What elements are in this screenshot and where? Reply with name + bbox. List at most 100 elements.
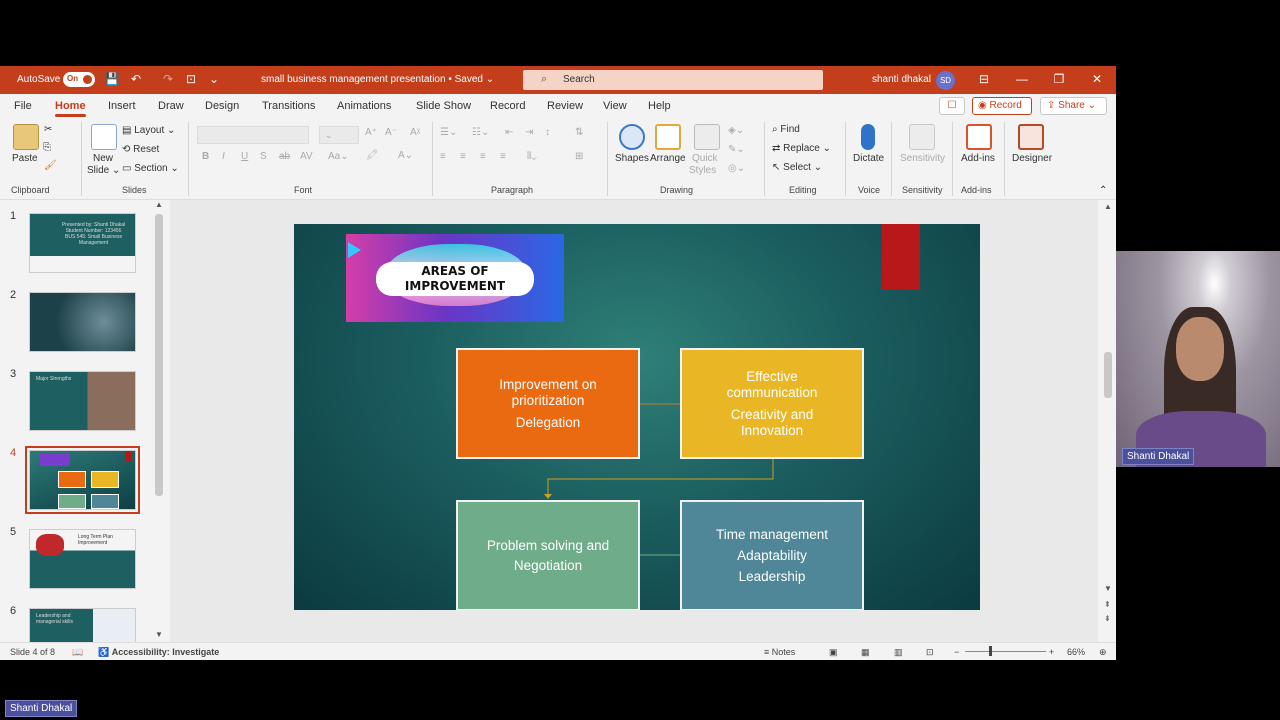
zoom-in-icon[interactable]: + [1049,647,1054,657]
bold-icon[interactable]: B [202,151,209,162]
tab-file[interactable]: File [14,100,32,112]
scroll-down-icon[interactable]: ▼ [155,630,163,639]
tab-home[interactable]: Home [55,100,86,117]
cut-icon[interactable]: ✂ [44,124,52,135]
redo-icon[interactable]: ↷ [160,71,176,87]
font-size-field[interactable]: ⌄ [319,126,359,144]
align-text-icon[interactable]: ⊞ [575,151,583,162]
tab-record[interactable]: Record [490,100,525,112]
tab-slide-show[interactable]: Slide Show [416,100,471,112]
document-title[interactable]: small business management presentation •… [261,74,494,85]
scrollbar-thumb[interactable] [155,214,163,496]
shapes-icon[interactable] [619,124,645,150]
find-button[interactable]: ⌕ Find [772,124,800,135]
quick-styles-icon[interactable] [694,124,720,150]
tab-view[interactable]: View [603,100,627,112]
box-effective-communication[interactable]: Effective communication Creativity and I… [680,348,864,459]
add-ins-button[interactable]: Add-ins [961,153,995,164]
decrease-indent-icon[interactable]: ⇤ [505,127,513,138]
shapes-button[interactable]: Shapes [615,153,649,164]
close-icon[interactable]: ✕ [1089,72,1105,86]
format-painter-icon[interactable]: 🖌 [44,160,57,171]
slide-thumbnail-4[interactable] [25,446,140,514]
sensitivity-button[interactable]: Sensitivity [900,153,945,164]
slide-editor[interactable]: AREAS OF IMPROVEMENT Improvement on prio… [170,200,1112,642]
box-improvement-prioritization[interactable]: Improvement on prioritization Delegation [456,348,640,459]
ribbon-display-icon[interactable]: ⊟ [976,72,992,86]
avatar[interactable]: SD [936,71,955,90]
minimize-icon[interactable]: — [1014,72,1030,86]
align-right-icon[interactable]: ≡ [480,151,486,162]
normal-view-icon[interactable]: ▣ [829,647,838,658]
slide-thumbnail-1[interactable]: Presented by: Shanti Dhakal Student Numb… [29,213,136,273]
autosave-toggle[interactable]: On [63,72,95,87]
clear-formatting-icon[interactable]: Aᵡ [410,127,420,138]
select-button[interactable]: ↖ Select ⌄ [772,162,822,173]
paste-button[interactable]: Paste [12,153,38,164]
numbering-icon[interactable]: ☷⌄ [472,127,489,138]
char-spacing-icon[interactable]: AV [300,151,313,162]
reset-button[interactable]: ⟲ Reset [122,144,159,155]
reading-view-icon[interactable]: ▥ [894,647,903,658]
new-slide-dropdown[interactable]: Slide ⌄ [87,165,120,176]
underline-icon[interactable]: U [241,151,248,162]
tab-help[interactable]: Help [648,100,671,112]
arrange-button[interactable]: Arrange [650,153,686,164]
next-slide-icon[interactable]: ⇟ [1104,614,1111,623]
zoom-out-icon[interactable]: − [954,647,959,657]
quick-styles-button[interactable]: Quick [692,153,718,164]
new-slide-icon[interactable] [91,124,117,150]
zoom-slider[interactable] [965,651,1046,652]
section-button[interactable]: ▭ Section ⌄ [122,163,179,174]
user-name[interactable]: shanti dhakal [872,74,931,85]
collapse-ribbon-icon[interactable]: ⌃ [1099,185,1107,196]
scroll-up-icon[interactable]: ▲ [1104,202,1112,211]
font-color-icon[interactable]: A⌄ [398,150,413,161]
slide-thumbnail-5[interactable]: Long Term Plan Improvement [29,529,136,589]
tab-design[interactable]: Design [205,100,239,112]
slide-sorter-icon[interactable]: ▦ [861,647,870,658]
align-left-icon[interactable]: ≡ [440,151,446,162]
strikethrough-icon[interactable]: ab [279,151,290,162]
add-ins-icon[interactable] [966,124,992,150]
record-button[interactable]: ◉ Record [972,97,1032,115]
scroll-down-icon[interactable]: ▼ [1104,584,1112,593]
tab-insert[interactable]: Insert [108,100,136,112]
justify-icon[interactable]: ≡ [500,151,506,162]
dictate-button[interactable]: Dictate [853,153,884,164]
tab-transitions[interactable]: Transitions [262,100,315,112]
spelling-icon[interactable]: 📖 [72,647,83,658]
align-center-icon[interactable]: ≡ [460,151,466,162]
customize-toolbar-icon[interactable]: ⌄ [206,71,222,87]
designer-icon[interactable] [1018,124,1044,150]
shadow-icon[interactable]: S [260,151,267,162]
line-spacing-icon[interactable]: ↕ [545,127,550,138]
bullets-icon[interactable]: ☰⌄ [440,127,457,138]
tab-draw[interactable]: Draw [158,100,184,112]
columns-icon[interactable]: ⫴⌄ [527,151,537,162]
shape-effects-icon[interactable]: ◎⌄ [728,163,745,174]
font-family-field[interactable] [197,126,309,144]
present-icon[interactable]: ⊡ [183,71,199,87]
increase-indent-icon[interactable]: ⇥ [525,127,533,138]
arrange-icon[interactable] [655,124,681,150]
share-button[interactable]: ⇪ Share ⌄ [1040,97,1107,115]
decrease-font-icon[interactable]: A⁻ [385,127,397,138]
layout-button[interactable]: ▤ Layout ⌄ [122,125,175,136]
slideshow-icon[interactable]: ⊡ [926,647,934,658]
fit-slide-icon[interactable]: ⊕ [1099,647,1107,658]
restore-icon[interactable]: ❐ [1051,72,1067,86]
comments-button[interactable]: ☐ [939,97,965,115]
current-slide[interactable]: AREAS OF IMPROVEMENT Improvement on prio… [294,224,980,610]
notes-button[interactable]: ≡ Notes [764,647,795,657]
designer-button[interactable]: Designer [1012,153,1052,164]
highlight-icon[interactable]: 🖍 [366,150,379,161]
tab-review[interactable]: Review [547,100,583,112]
zoom-slider-thumb[interactable] [989,646,992,656]
text-direction-icon[interactable]: ⇅ [575,127,583,138]
italic-icon[interactable]: I [222,151,225,162]
replace-button[interactable]: ⇄ Replace ⌄ [772,143,831,154]
zoom-level[interactable]: 66% [1067,647,1085,657]
search-box[interactable]: ⌕ Search [523,70,823,90]
scrollbar-thumb[interactable] [1104,352,1112,398]
